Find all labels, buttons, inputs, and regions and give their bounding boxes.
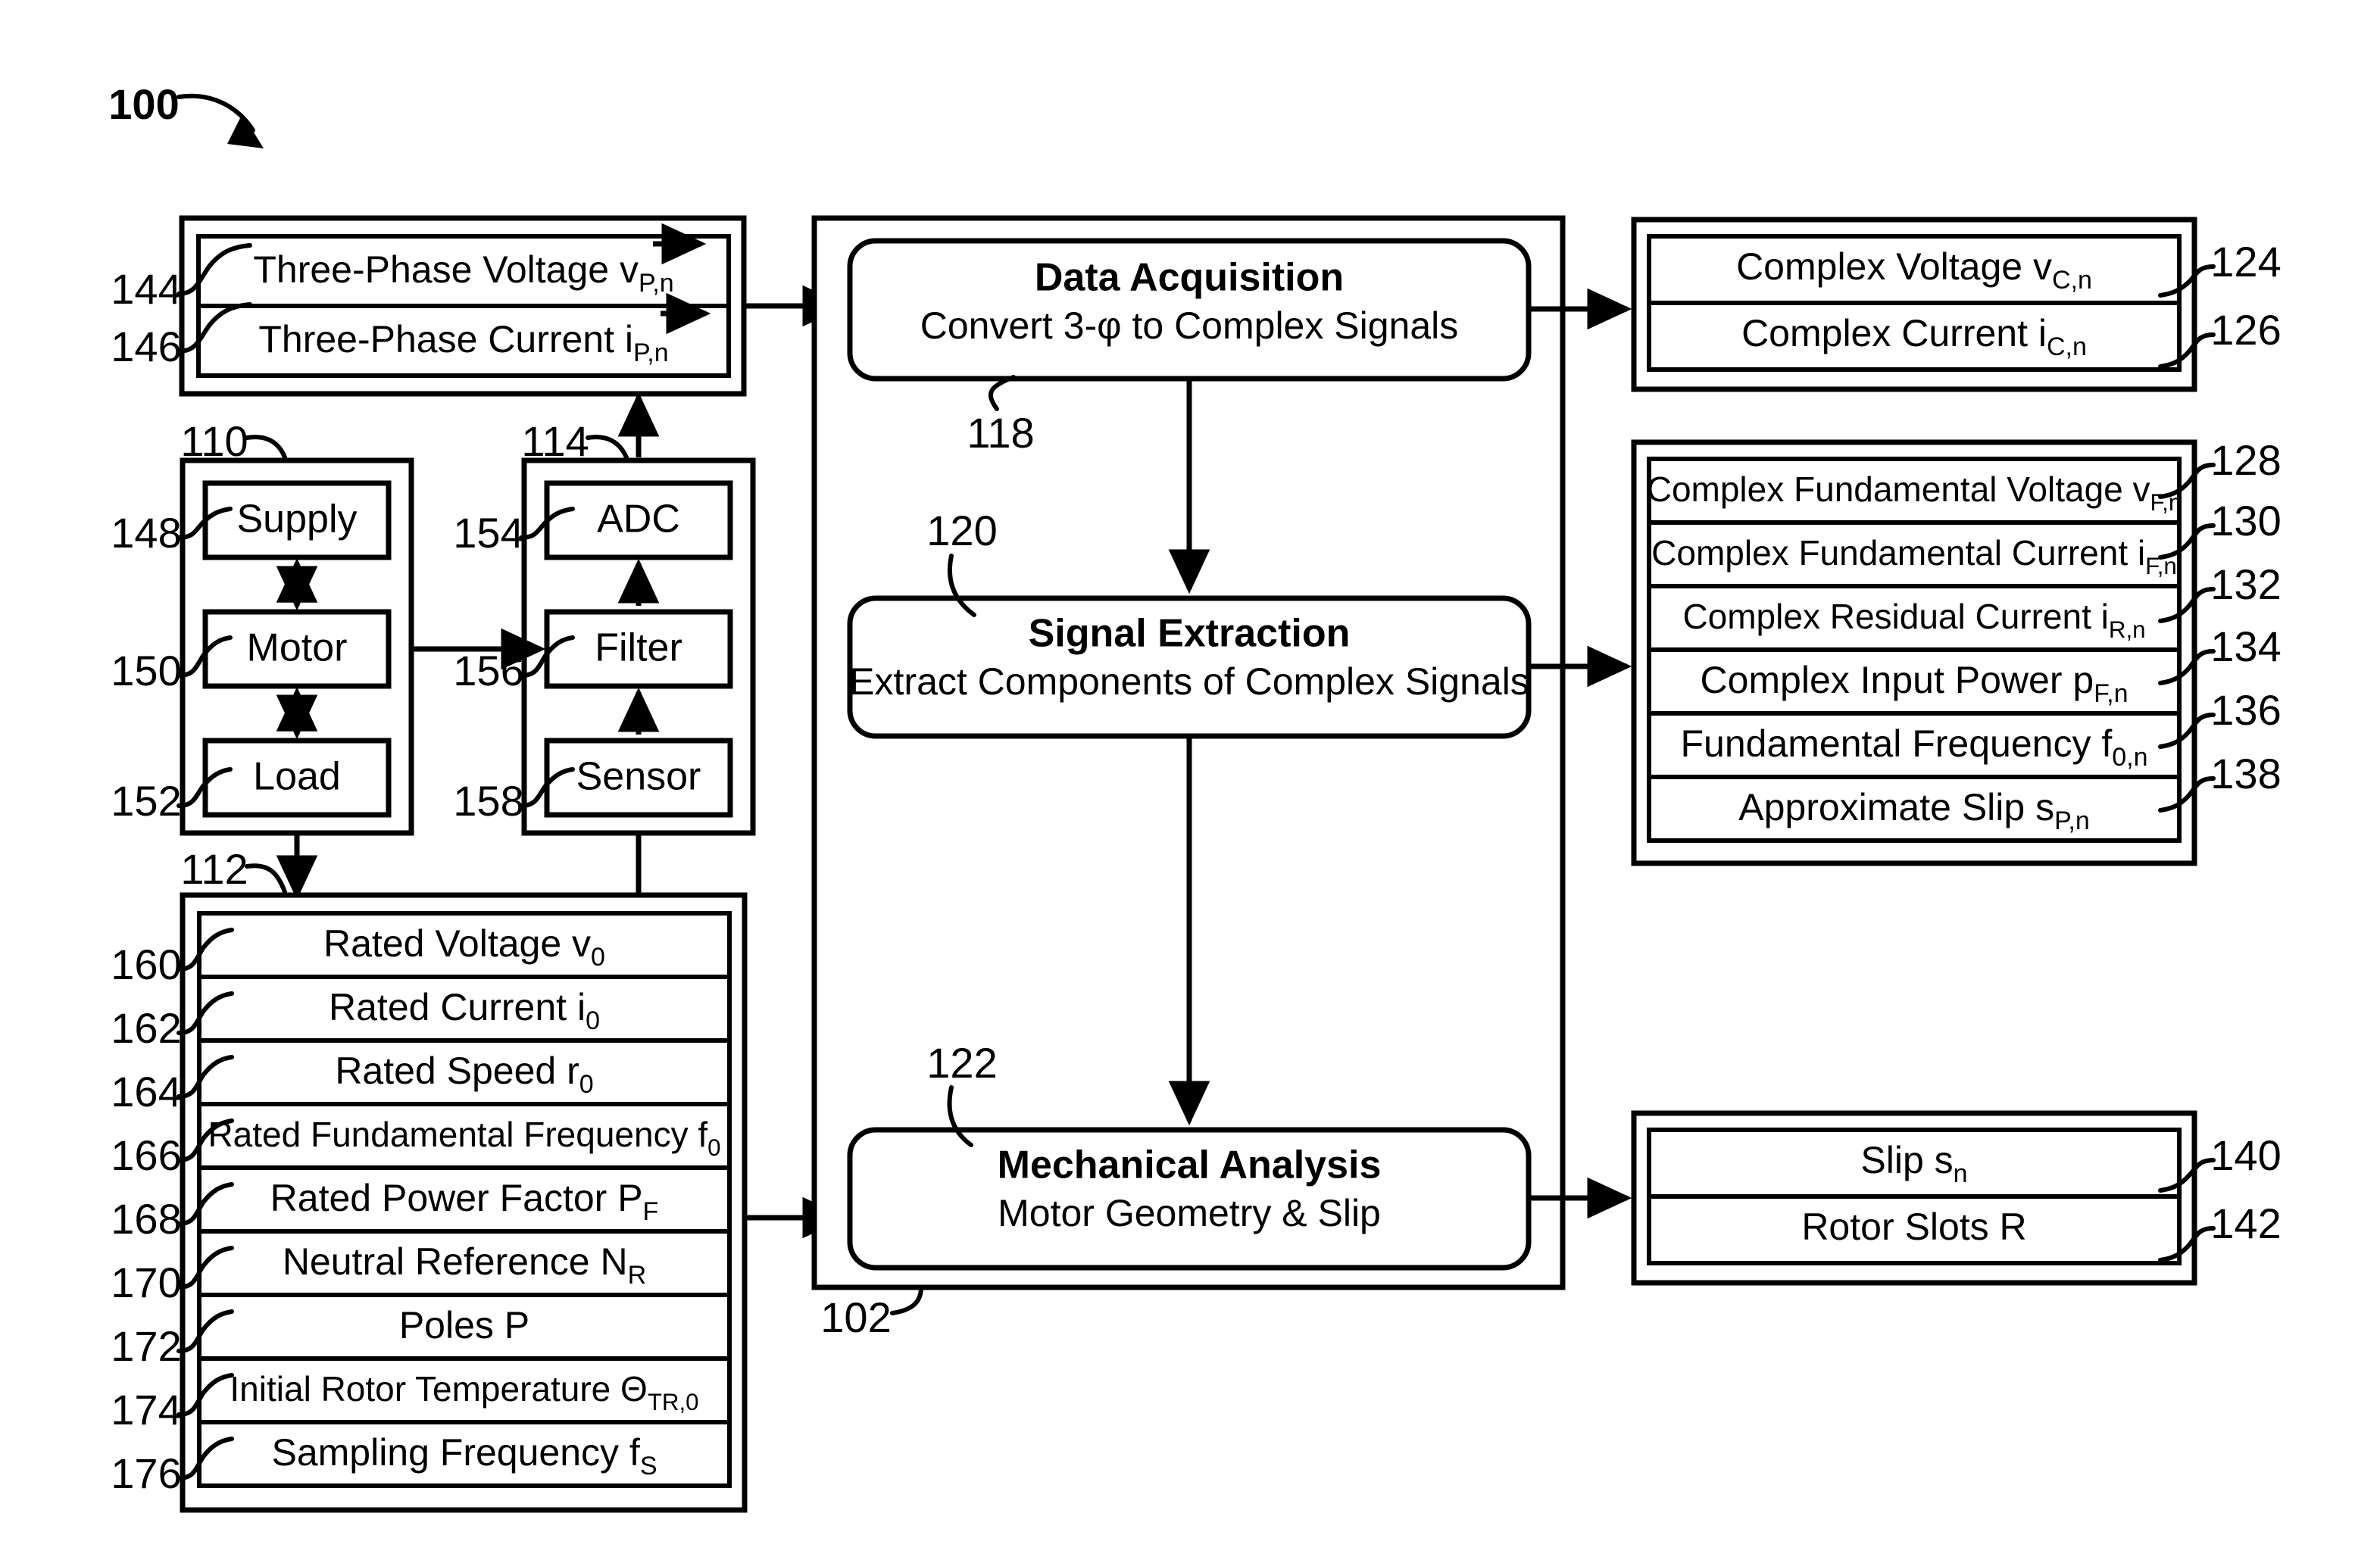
- ref-132: 132: [2210, 560, 2281, 608]
- ref-150: 150: [111, 647, 181, 694]
- proc-signal-extraction-subtitle: Extract Components of Complex Signals: [849, 660, 1529, 703]
- ref-144: 144: [111, 265, 181, 313]
- output-complex-voltage-label: Complex Voltage vC,n: [1736, 245, 2092, 295]
- ref-160: 160: [111, 941, 181, 988]
- block-diagram: 100 Three-Phase Voltage vP,n Three-Phase…: [108, 80, 2282, 1513]
- leader-112: [245, 863, 287, 894]
- proc-signal-extraction-title: Signal Extraction: [1029, 612, 1351, 656]
- ref-152: 152: [111, 777, 181, 825]
- ref-102: 102: [820, 1293, 891, 1341]
- proc-data-acquisition-subtitle: Convert 3-φ to Complex Signals: [920, 304, 1459, 347]
- leader-114: [586, 435, 629, 460]
- output-label-134: Complex Input Power pF,n: [1700, 659, 2128, 708]
- proc-mechanical-analysis-subtitle: Motor Geometry & Slip: [998, 1192, 1381, 1234]
- ref-130: 130: [2210, 497, 2281, 544]
- ref-120: 120: [926, 507, 997, 554]
- ref-136: 136: [2210, 686, 2281, 734]
- leader-102: [890, 1285, 923, 1315]
- rated-label-5: Neutral Reference NR: [283, 1240, 646, 1290]
- ref-118: 118: [967, 409, 1034, 457]
- ref-172: 172: [111, 1322, 181, 1370]
- ref-154: 154: [453, 509, 523, 557]
- ref-176: 176: [111, 1449, 181, 1497]
- ref-158: 158: [453, 777, 523, 825]
- output-label-128: Complex Fundamental Voltage vF,n: [1647, 470, 2182, 516]
- output-slip-label: Slip sn: [1860, 1139, 1967, 1188]
- ref-174: 174: [111, 1386, 181, 1434]
- rated-label-1: Rated Current i0: [329, 986, 600, 1035]
- node-motor-label: Motor: [247, 626, 348, 670]
- proc-data-acquisition-title: Data Acquisition: [1035, 256, 1344, 300]
- node-load-label: Load: [253, 755, 341, 799]
- node-sensor-label: Sensor: [576, 755, 701, 799]
- rated-label-2: Rated Speed r0: [335, 1050, 593, 1099]
- ref-142: 142: [2210, 1200, 2281, 1247]
- rated-label-8: Sampling Frequency fS: [271, 1431, 657, 1480]
- rated-label-6: Poles P: [399, 1304, 529, 1346]
- ref-124: 124: [2210, 238, 2281, 285]
- ref-112: 112: [180, 845, 248, 893]
- ref-146: 146: [111, 323, 181, 370]
- ref-134: 134: [2210, 622, 2281, 670]
- ref-122: 122: [926, 1039, 997, 1087]
- ref-168: 168: [111, 1195, 181, 1243]
- node-supply-label: Supply: [237, 498, 358, 541]
- rated-label-4: Rated Power Factor PF: [270, 1177, 659, 1226]
- ref-138: 138: [2210, 750, 2281, 797]
- ref-140: 140: [2210, 1131, 2281, 1179]
- ref-162: 162: [111, 1004, 181, 1052]
- ref-166: 166: [111, 1131, 181, 1179]
- figure-arrowhead: [227, 114, 264, 148]
- output-rotor-slots-label: Rotor Slots R: [1801, 1206, 2026, 1248]
- ref-128: 128: [2210, 436, 2281, 484]
- leader-110: [245, 435, 287, 460]
- node-adc-label: ADC: [597, 498, 680, 541]
- ref-164: 164: [111, 1068, 181, 1115]
- output-label-136: Fundamental Frequency f0,n: [1680, 722, 2147, 772]
- rated-label-7: Initial Rotor Temperature ΘTR,0: [230, 1369, 698, 1415]
- rated-label-3: Rated Fundamental Frequency f0: [208, 1115, 720, 1161]
- proc-mechanical-analysis-title: Mechanical Analysis: [998, 1143, 1382, 1187]
- patent-figure: 100 Three-Phase Voltage vP,n Three-Phase…: [0, 0, 2380, 1563]
- ref-110: 110: [180, 417, 248, 465]
- ref-114: 114: [521, 417, 589, 465]
- ref-148: 148: [111, 509, 181, 557]
- ref-170: 170: [111, 1259, 181, 1306]
- input-voltage-label: Three-Phase Voltage vP,n: [253, 248, 673, 298]
- output-label-132: Complex Residual Current iR,n: [1682, 597, 2145, 643]
- node-filter-label: Filter: [595, 626, 682, 670]
- output-label-130: Complex Fundamental Current iF,n: [1651, 533, 2177, 579]
- rated-label-0: Rated Voltage v0: [323, 922, 605, 972]
- ref-126: 126: [2210, 306, 2281, 354]
- figure-number: 100: [108, 80, 179, 128]
- output-label-138: Approximate Slip sP,n: [1738, 786, 2090, 835]
- ref-156: 156: [453, 647, 523, 694]
- input-current-label: Three-Phase Current iP,n: [258, 318, 668, 367]
- output-complex-current-label: Complex Current iC,n: [1741, 312, 2087, 361]
